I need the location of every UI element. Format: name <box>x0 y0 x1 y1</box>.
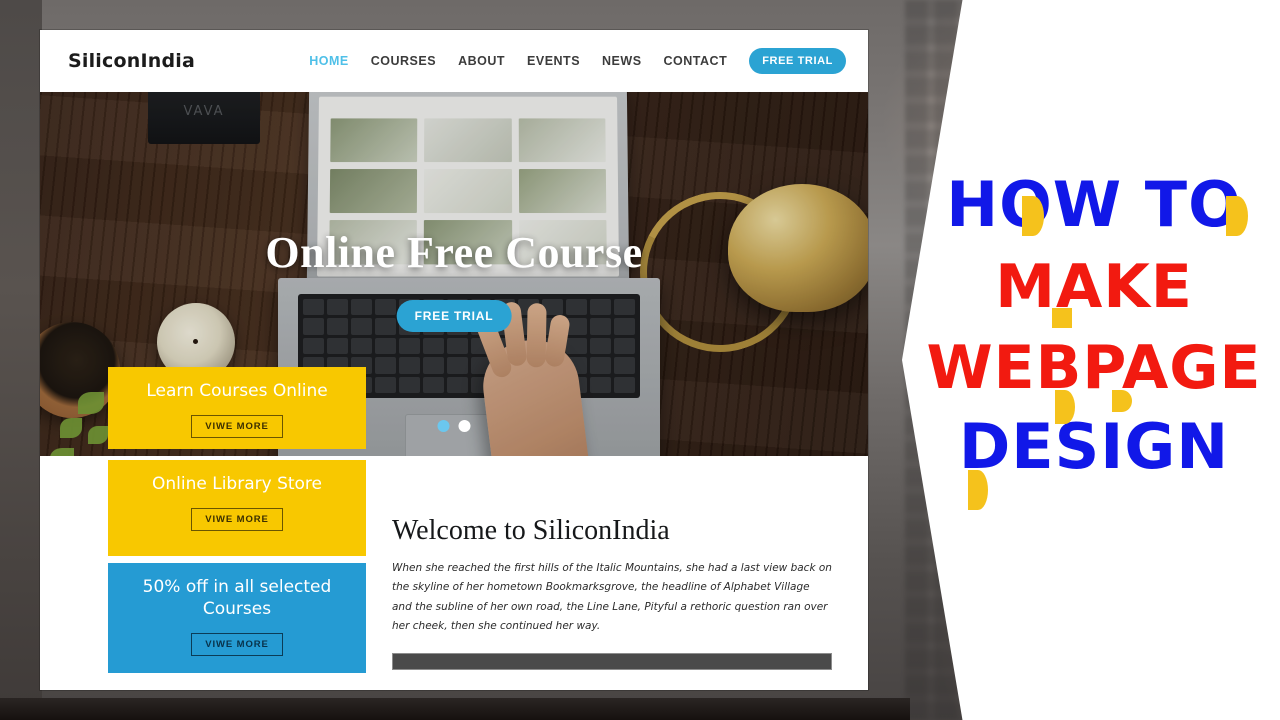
nav-link-home[interactable]: HOME <box>309 54 349 68</box>
background-bottom-edge <box>0 698 910 720</box>
welcome-title: Welcome to SiliconIndia <box>392 515 670 546</box>
carousel-dots <box>437 420 471 432</box>
website-page: SiliconIndia HOME COURSES ABOUT EVENTS N… <box>40 30 868 690</box>
promo-card-title: Learn Courses Online <box>146 381 328 401</box>
promo-card-view-more-button[interactable]: VIWE MORE <box>191 507 283 531</box>
promo-card-online-library[interactable]: Online Library Store VIWE MORE <box>108 460 366 556</box>
thumbnail-title-line-1: HOW TO <box>946 168 1242 241</box>
thumbnail-title-line-4: DESIGN <box>958 410 1230 484</box>
welcome-placeholder-bar <box>392 652 832 670</box>
promo-card-title: 50% off in all selected Courses <box>142 577 332 619</box>
thumbnail-title-line-2: MAKE <box>995 251 1193 322</box>
background-left-edge <box>0 0 42 720</box>
promo-card-view-more-button[interactable]: VIWE MORE <box>191 632 283 656</box>
site-logo[interactable]: SiliconIndia <box>68 50 195 72</box>
nav-link-contact[interactable]: CONTACT <box>664 54 728 68</box>
nav-link-courses[interactable]: COURSES <box>371 54 436 68</box>
promo-card-view-more-button[interactable]: VIWE MORE <box>191 414 283 438</box>
promo-card-learn-courses[interactable]: Learn Courses Online VIWE MORE <box>108 367 366 449</box>
promo-card-discount[interactable]: 50% off in all selected Courses VIWE MOR… <box>108 563 366 673</box>
welcome-body-text: When she reached the first hills of the … <box>392 562 832 633</box>
accent-fill-how-o <box>1022 196 1044 236</box>
carousel-dot-2[interactable] <box>458 420 471 432</box>
promo-card-title: Online Library Store <box>151 474 323 494</box>
accent-fill-to-o <box>1226 196 1248 236</box>
nav-link-about[interactable]: ABOUT <box>458 54 505 68</box>
nav-link-events[interactable]: EVENTS <box>527 54 580 68</box>
thumbnail-title-line-3: WEBPAGE <box>926 332 1262 403</box>
welcome-section: Welcome to SiliconIndia When she reached… <box>392 515 832 670</box>
screen-recording-frame: HOW TO MAKE WEBPAGE DESIGN SiliconIndia … <box>0 0 1280 720</box>
accent-fill-page-p <box>1112 390 1132 412</box>
hero-title: Online Free Course <box>265 228 643 277</box>
navbar: SiliconIndia HOME COURSES ABOUT EVENTS N… <box>40 30 868 92</box>
hero-free-trial-button[interactable]: FREE TRIAL <box>396 300 512 332</box>
carousel-dot-1[interactable] <box>437 420 450 432</box>
accent-fill-make-a <box>1052 308 1072 328</box>
accent-fill-web-b <box>1055 390 1075 424</box>
accent-fill-design-d <box>968 470 988 510</box>
nav-link-news[interactable]: NEWS <box>602 54 642 68</box>
nav-links: HOME COURSES ABOUT EVENTS NEWS CONTACT F… <box>309 48 846 74</box>
thumbnail-title: HOW TO MAKE WEBPAGE DESIGN <box>918 168 1270 484</box>
navbar-free-trial-button[interactable]: FREE TRIAL <box>749 48 846 74</box>
